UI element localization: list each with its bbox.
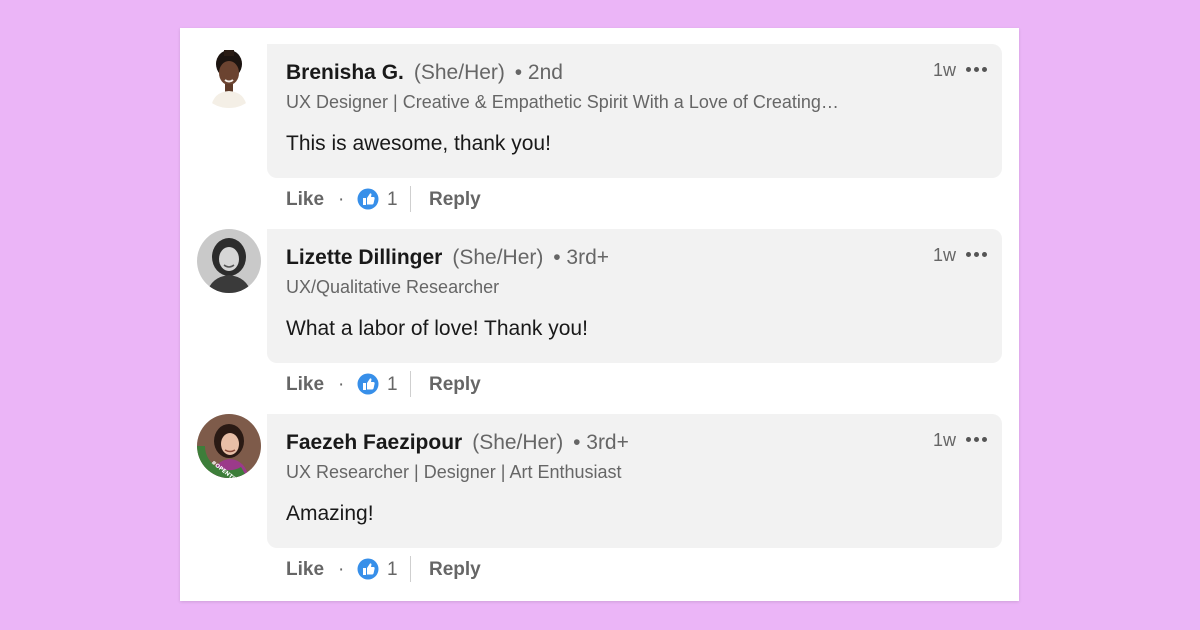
separator-dot: · [338, 559, 345, 580]
divider [410, 186, 411, 212]
like-button[interactable]: Like [286, 374, 324, 396]
comment-actions: Like · 1 Reply [286, 556, 686, 584]
author-line: Faezeh Faezipour (She/Her) • 3rd+ [286, 431, 629, 455]
comment-bubble: Faezeh Faezipour (She/Her) • 3rd+ UX Rese… [267, 414, 1002, 548]
reaction-count[interactable]: 1 [387, 374, 398, 396]
like-reaction-icon[interactable] [357, 558, 379, 580]
separator-dot: · [338, 189, 345, 210]
reply-button[interactable]: Reply [429, 559, 481, 581]
comment-time: 1w [932, 430, 956, 450]
reply-button[interactable]: Reply [429, 374, 481, 396]
comments-card: Brenisha G. (She/Her) • 2nd UX Designer |… [180, 28, 1019, 601]
comment-time: 1w [932, 245, 956, 265]
comment-item: Lizette Dillinger (She/Her) • 3rd+ UX/Qua… [180, 229, 1019, 414]
avatar[interactable] [197, 44, 261, 108]
connection-degree: • 3rd+ [553, 246, 610, 269]
connection-degree: • 2nd [514, 61, 563, 84]
more-options-icon[interactable] [966, 251, 988, 259]
divider [410, 371, 411, 397]
like-button[interactable]: Like [286, 559, 324, 581]
like-button[interactable]: Like [286, 189, 324, 211]
author-pronouns: (She/Her) [472, 431, 564, 454]
author-pronouns: (She/Her) [452, 246, 544, 269]
author-pronouns: (She/Her) [413, 61, 505, 84]
reaction-count[interactable]: 1 [387, 189, 398, 211]
like-reaction-icon[interactable] [357, 188, 379, 210]
comment-text: This is awesome, thank you! [286, 132, 551, 155]
connection-degree: • 3rd+ [573, 431, 629, 454]
comment-time: 1w [932, 60, 956, 80]
divider [410, 556, 411, 582]
author-name[interactable]: Faezeh Faezipour [286, 431, 462, 454]
avatar[interactable]: #OPENTOWORK [197, 414, 261, 478]
comment-actions: Like · 1 Reply [286, 186, 686, 214]
author-headline: UX Researcher | Designer | Art Enthusias… [286, 462, 622, 482]
comment-bubble: Brenisha G. (She/Her) • 2nd UX Designer |… [267, 44, 1002, 178]
author-line: Lizette Dillinger (She/Her) • 3rd+ [286, 246, 609, 270]
reply-button[interactable]: Reply [429, 189, 481, 211]
comment-actions: Like · 1 Reply [286, 371, 686, 399]
author-headline: UX Designer | Creative & Empathetic Spir… [286, 92, 839, 112]
comment-item: #OPENTOWORK Faezeh Faezipour (She/Her) • … [180, 414, 1019, 599]
more-options-icon[interactable] [966, 436, 988, 444]
like-reaction-icon[interactable] [357, 373, 379, 395]
separator-dot: · [338, 374, 345, 395]
avatar[interactable] [197, 229, 261, 293]
reaction-count[interactable]: 1 [387, 559, 398, 581]
author-line: Brenisha G. (She/Her) • 2nd [286, 61, 563, 85]
author-name[interactable]: Brenisha G. [286, 61, 404, 84]
author-headline: UX/Qualitative Researcher [286, 277, 500, 297]
comment-item: Brenisha G. (She/Her) • 2nd UX Designer |… [180, 44, 1019, 229]
comment-text: What a labor of love! Thank you! [286, 317, 588, 340]
comment-bubble: Lizette Dillinger (She/Her) • 3rd+ UX/Qua… [267, 229, 1002, 363]
more-options-icon[interactable] [966, 66, 988, 74]
author-name[interactable]: Lizette Dillinger [286, 246, 442, 269]
comment-text: Amazing! [286, 502, 374, 525]
